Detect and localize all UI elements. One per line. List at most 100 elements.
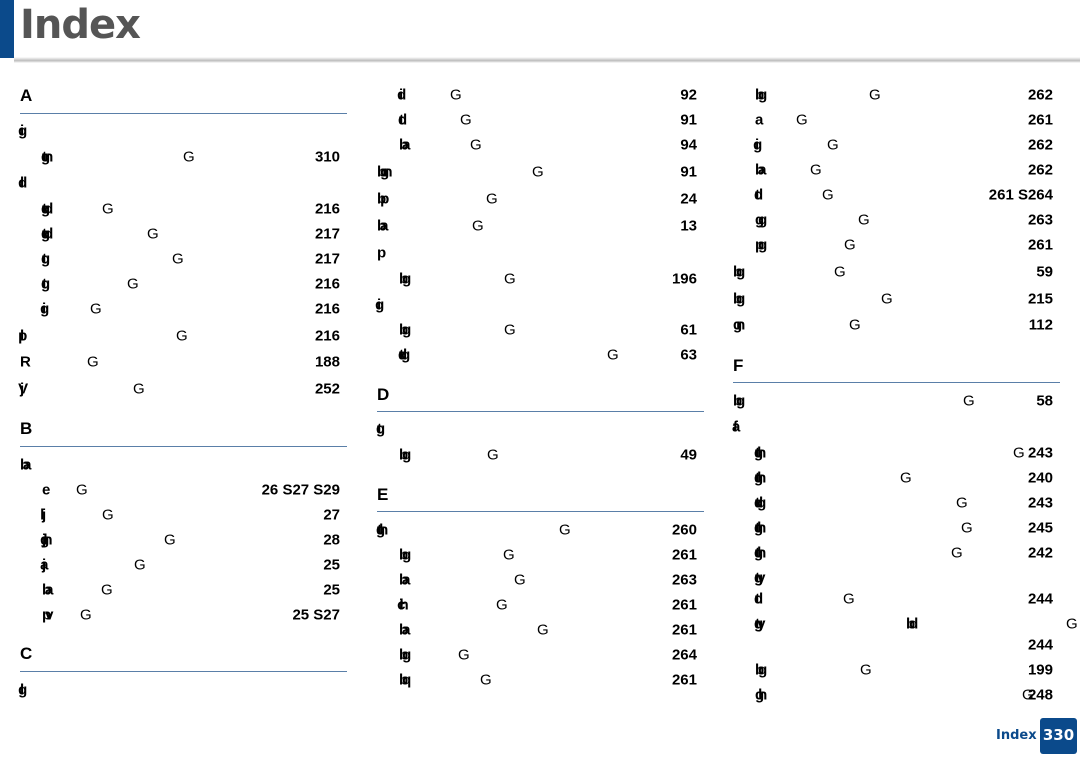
page-reference[interactable]: 244 — [1028, 591, 1053, 608]
page-reference[interactable]: 215 — [1028, 291, 1053, 308]
index-subentry-label[interactable]: id — [399, 87, 408, 104]
index-entry-label[interactable]: gn — [733, 317, 746, 334]
page-reference[interactable]: 188 — [315, 354, 340, 371]
index-entry-label[interactable]: bgn — [377, 164, 392, 181]
page-reference[interactable]: 261 — [672, 622, 697, 639]
page-reference[interactable]: 216 — [315, 301, 340, 318]
page-reference[interactable]: 243 — [1028, 445, 1053, 462]
page-reference[interactable]: 261 — [1028, 112, 1053, 129]
index-entry-label[interactable]: ld — [20, 175, 29, 192]
page-reference[interactable]: 91 — [680, 112, 697, 129]
index-subentry-label[interactable]: bg — [755, 662, 768, 679]
page-reference[interactable]: 217 — [315, 226, 340, 243]
page-reference[interactable]: 261 S264 — [989, 187, 1053, 204]
page-reference[interactable]: 261 — [1028, 237, 1053, 254]
index-subentry-label[interactable]: bg — [399, 322, 412, 339]
page-reference[interactable]: 264 — [672, 647, 697, 664]
index-subentry-label[interactable]: ich — [399, 597, 408, 614]
page-reference[interactable]: 261 — [672, 597, 697, 614]
index-subentry-label[interactable]: pg — [755, 237, 768, 254]
index-entry-label[interactable]: lg — [20, 682, 29, 699]
index-subentry-label[interactable]: tgy — [755, 570, 765, 587]
index-subentry-label[interactable]: bg — [399, 447, 412, 464]
index-subentry-label[interactable]: tgd — [42, 201, 54, 218]
index-subentry-label[interactable]: ba — [42, 582, 53, 599]
index-subentry-label[interactable]: td — [755, 187, 764, 204]
page-reference[interactable]: 216 — [315, 328, 340, 345]
index-entry-label[interactable]: tgh — [377, 522, 389, 539]
page-reference[interactable]: 217 — [315, 251, 340, 268]
index-subentry-label[interactable]: ba — [399, 622, 410, 639]
page-reference[interactable]: 92 — [680, 87, 697, 104]
index-subentry-label[interactable]: tgh — [755, 545, 767, 562]
page-reference[interactable]: 28 — [323, 532, 340, 549]
index-subentry-label[interactable]: ba — [399, 137, 410, 154]
index-subentry-label[interactable]: tgd — [42, 226, 54, 243]
index-subentry-label[interactable]: ba — [399, 572, 410, 589]
page-reference[interactable]: 26 S27 S29 — [262, 482, 340, 499]
index-subentry-label[interactable]: bg — [399, 647, 412, 664]
page-reference[interactable]: 248 — [1028, 687, 1053, 704]
index-subentry-label[interactable]: gg — [755, 212, 768, 229]
page-reference[interactable]: 263 — [672, 572, 697, 589]
index-subentry-label[interactable]: bg — [399, 547, 412, 564]
page-reference[interactable]: 91 — [680, 164, 697, 181]
page-reference[interactable]: 61 — [680, 322, 697, 339]
index-subentry-label[interactable]: gh — [755, 687, 768, 704]
index-entry-label[interactable]: R — [20, 354, 31, 371]
index-subentry-label[interactable]: ba — [755, 162, 766, 179]
index-subentry-label[interactable]: ig — [755, 137, 764, 154]
page-reference[interactable]: 58 — [1036, 393, 1053, 410]
page-reference[interactable]: 25 — [323, 557, 340, 574]
index-subentry-label[interactable]: tdg — [755, 495, 767, 512]
page-reference[interactable]: 244 — [1028, 637, 1053, 654]
page-reference[interactable]: 59 — [1036, 264, 1053, 281]
index-entry-label[interactable]: ig — [20, 123, 29, 140]
index-subentry-label[interactable]: tg — [42, 276, 51, 293]
page-reference[interactable]: 240 — [1028, 470, 1053, 487]
page-reference[interactable]: 199 — [1028, 662, 1053, 679]
index-subentry-label[interactable]: ja — [42, 557, 46, 574]
page-reference[interactable]: 261 — [672, 547, 697, 564]
index-subentry-label[interactable]: bg — [399, 271, 412, 288]
index-subentry-label[interactable]: tgn — [42, 149, 54, 166]
page-reference[interactable]: 261 — [672, 672, 697, 689]
page-reference[interactable]: 216 — [315, 201, 340, 218]
index-subentry-label[interactable]: tg — [42, 251, 51, 268]
page-reference[interactable]: 262 — [1028, 87, 1053, 104]
page-reference[interactable]: 25 S27 — [292, 607, 340, 624]
index-subentry-label[interactable]: jgh — [42, 532, 52, 549]
index-subentry-label[interactable]: tgh — [755, 520, 767, 537]
page-reference[interactable]: 49 — [680, 447, 697, 464]
page-reference[interactable]: 25 — [323, 582, 340, 599]
page-reference[interactable]: 262 — [1028, 162, 1053, 179]
index-entry-label[interactable]: jV — [20, 381, 29, 398]
index-entry-label[interactable]: p — [377, 245, 387, 262]
index-entry-label[interactable]: ba — [377, 218, 388, 235]
page-reference[interactable]: 216 — [315, 276, 340, 293]
index-entry-label[interactable]: ig — [377, 297, 386, 314]
page-reference[interactable]: 24 — [680, 191, 697, 208]
page-reference[interactable]: 13 — [680, 218, 697, 235]
page-reference[interactable]: 262 — [1028, 137, 1053, 154]
page-reference[interactable]: 310 — [315, 149, 340, 166]
index-entry-label[interactable]: tg — [377, 421, 386, 438]
page-reference[interactable]: 196 — [672, 271, 697, 288]
index-subentry-label[interactable]: tgh — [755, 470, 767, 487]
page-reference[interactable]: 252 — [315, 381, 340, 398]
page-reference[interactable]: 242 — [1028, 545, 1053, 562]
index-subentry-label[interactable]: bq — [399, 672, 412, 689]
page-reference[interactable]: 94 — [680, 137, 697, 154]
index-entry-label[interactable]: ba — [20, 457, 31, 474]
index-entry-label[interactable]: bp — [377, 191, 390, 208]
page-reference[interactable]: 27 — [323, 507, 340, 524]
page-reference[interactable]: 63 — [680, 347, 697, 364]
index-entry-label[interactable]: fa — [733, 419, 742, 436]
index-subentry-label[interactable]: e — [42, 482, 51, 499]
index-subentry-label[interactable]: ig — [42, 301, 51, 318]
index-entry-label[interactable]: bg — [733, 393, 746, 410]
index-entry-label[interactable]: lp — [20, 328, 29, 345]
index-subentry-label[interactable]: bg — [755, 87, 768, 104]
page-reference[interactable]: 263 — [1028, 212, 1053, 229]
index-subentry-label[interactable]: pv — [42, 607, 53, 624]
